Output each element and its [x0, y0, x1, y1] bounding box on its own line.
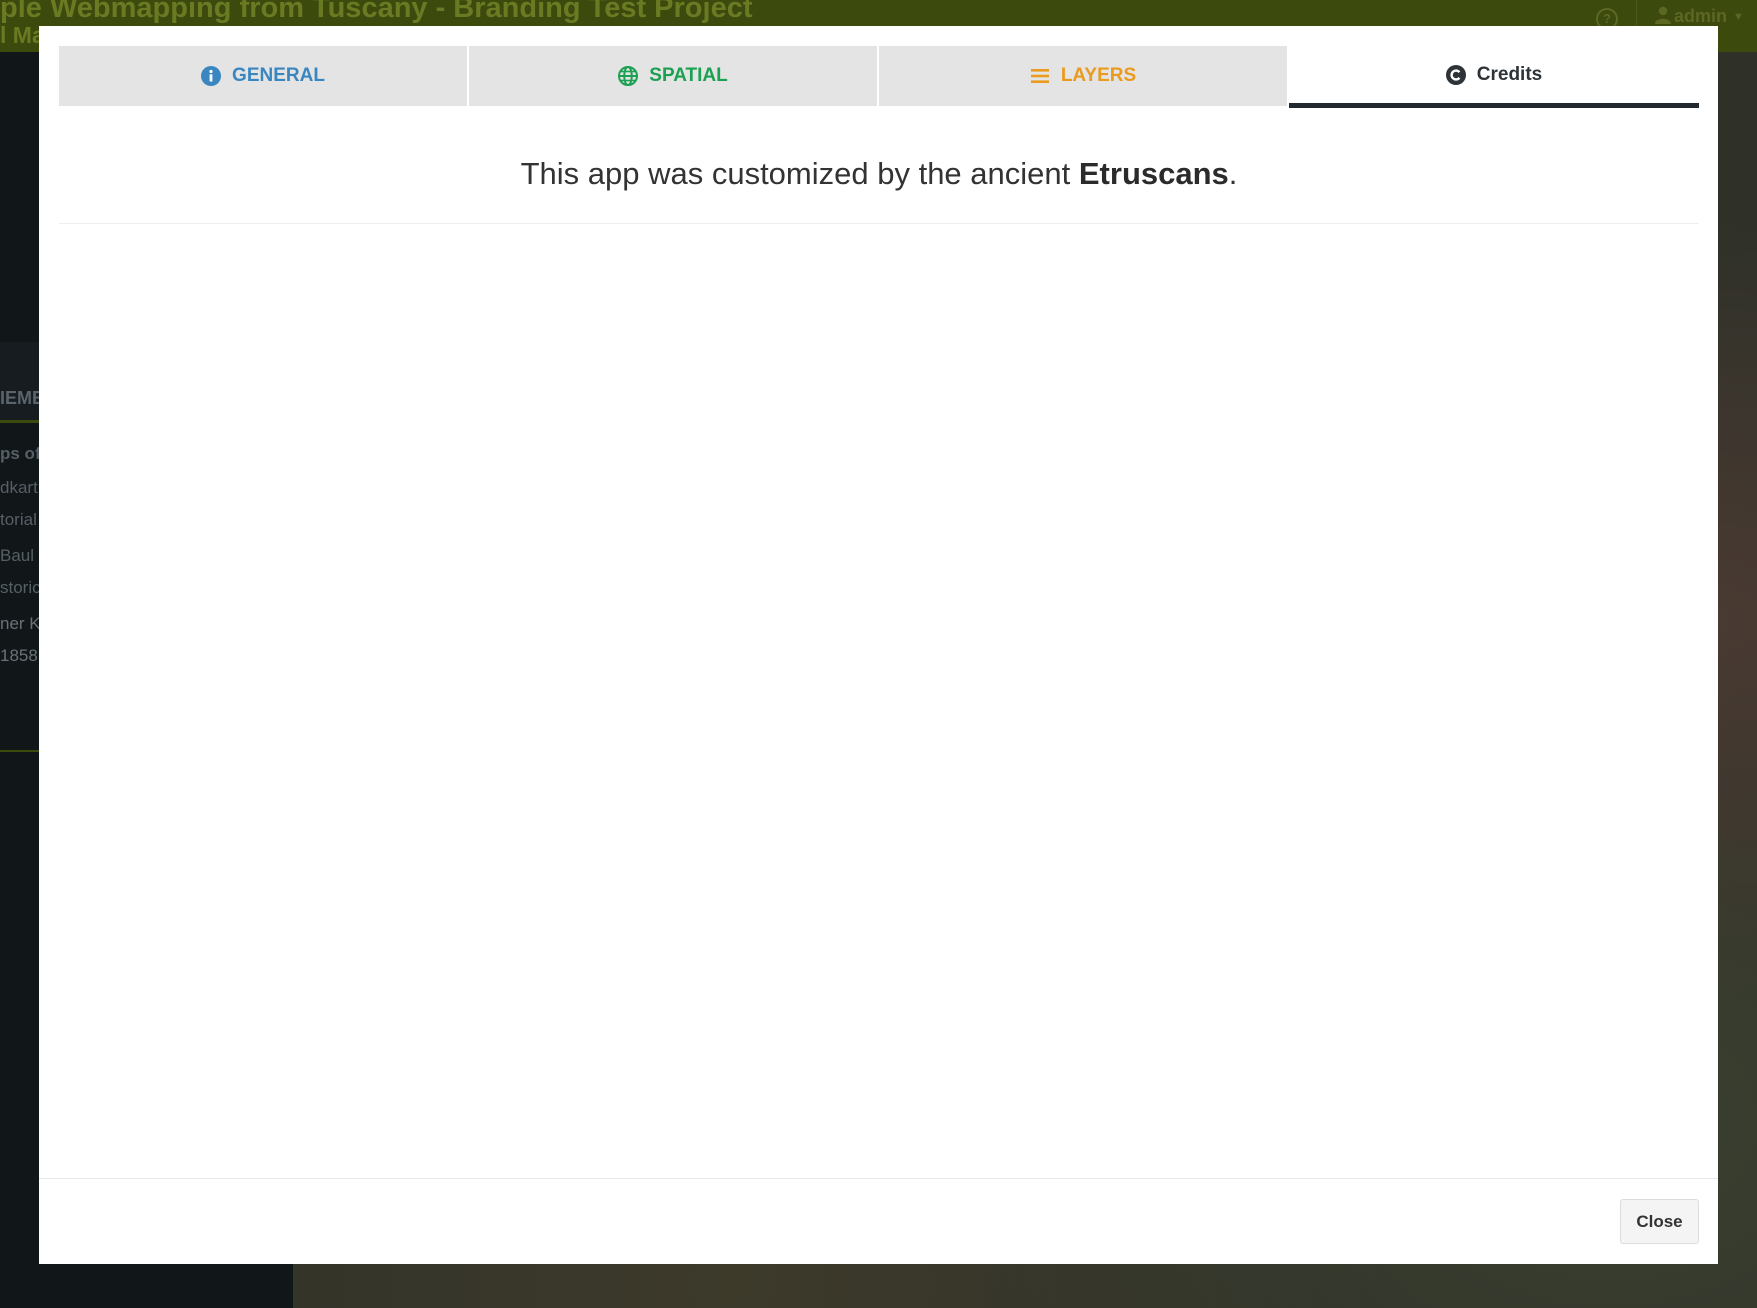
- tab-layers[interactable]: LAYERS: [879, 46, 1287, 106]
- credits-text-after: .: [1228, 156, 1238, 191]
- tab-credits[interactable]: Credits: [1289, 46, 1699, 108]
- close-button[interactable]: Close: [1620, 1199, 1699, 1244]
- user-icon: [1655, 6, 1671, 24]
- globe-icon: [618, 66, 639, 86]
- sidebar-item[interactable]: torial: [0, 510, 37, 530]
- bars-icon: [1030, 69, 1049, 83]
- sidebar-item[interactable]: 1858: [0, 646, 38, 666]
- user-name: admin: [1674, 6, 1728, 26]
- tab-label: SPATIAL: [649, 65, 728, 86]
- sidebar-item[interactable]: storic: [0, 578, 41, 598]
- footer-divider: [39, 1178, 1718, 1179]
- sidebar-item[interactable]: Baul: [0, 546, 34, 566]
- chevron-down-icon: ▼: [1733, 11, 1744, 23]
- app-title: ple Webmapping from Tuscany - Branding T…: [0, 0, 753, 24]
- user-menu[interactable]: admin ▼: [1655, 6, 1744, 27]
- credits-text: This app was customized by the ancient E…: [59, 156, 1699, 192]
- sidebar-item[interactable]: dkart: [0, 478, 38, 498]
- sidebar-heading: IEME: [0, 388, 45, 408]
- tab-label: GENERAL: [232, 65, 325, 86]
- credits-text-bold: Etruscans: [1078, 156, 1229, 191]
- tab-label: Credits: [1476, 63, 1543, 85]
- content-divider: [59, 223, 1699, 224]
- copyright-icon: [1445, 64, 1466, 85]
- tab-label: LAYERS: [1060, 65, 1137, 86]
- about-modal: GENERAL SPATIAL LAYERS Credits This app …: [39, 26, 1718, 1264]
- modal-tabs: GENERAL SPATIAL LAYERS Credits: [59, 46, 1699, 108]
- tab-spatial[interactable]: SPATIAL: [469, 46, 877, 106]
- tab-general[interactable]: GENERAL: [59, 46, 467, 106]
- credits-text-before: This app was customized by the ancient: [520, 156, 1079, 191]
- info-icon: [201, 66, 222, 86]
